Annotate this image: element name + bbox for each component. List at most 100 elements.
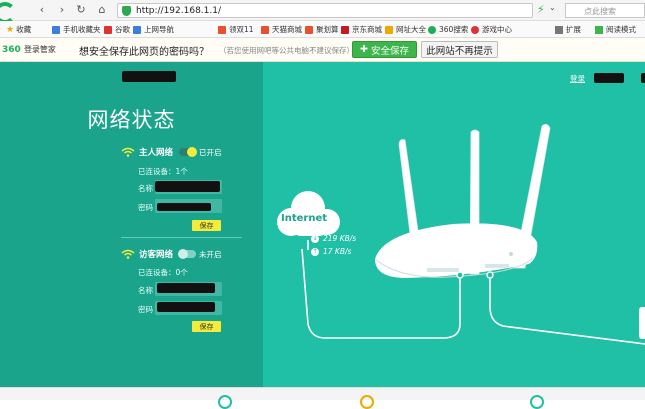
password-question: 想安全保存此网页的密码吗？ — [79, 47, 209, 58]
search-input[interactable]: 点此搜索 — [565, 3, 645, 18]
forward-button[interactable]: › — [54, 3, 70, 17]
download-speed-value: 219 KB/s — [323, 234, 357, 243]
reading-mode-button[interactable]: 阅读模式 — [595, 24, 636, 35]
main-save-button[interactable]: 保存 — [192, 220, 221, 231]
favorite-label: 360搜索 — [439, 25, 469, 34]
favorite-item[interactable]: 网址大全 — [385, 24, 426, 35]
favorite-label: 谷歌 — [115, 25, 130, 34]
main-network-toggle[interactable] — [179, 147, 198, 157]
tmall-icon — [261, 25, 269, 34]
safe-save-button[interactable]: ✚ 安全保存 — [352, 41, 417, 58]
taobao-icon — [218, 25, 226, 34]
redacted-password — [157, 302, 215, 312]
google-icon — [104, 25, 112, 34]
address-url: http://192.168.1.1/ — [136, 5, 221, 16]
favorite-label: 聚划算 — [316, 25, 339, 34]
jd-icon — [341, 25, 349, 34]
favorite-item[interactable]: 上网导航 — [133, 24, 174, 35]
favorite-item[interactable]: 360搜索 — [428, 24, 468, 35]
book-icon — [595, 25, 603, 34]
brand-360: 360 — [2, 45, 21, 55]
reading-mode-label: 阅读模式 — [606, 25, 636, 34]
lan-port-icon — [486, 271, 494, 279]
wan-port-icon — [456, 271, 464, 279]
guest-network-title: 访客网络 — [139, 250, 174, 260]
grid-icon — [555, 25, 563, 34]
back-button[interactable]: ‹ — [34, 3, 50, 17]
wifi-icon — [121, 249, 135, 259]
favorites-bar: ★ 收藏 手机收藏夹 谷歌 上网导航 领双11 天猫商城 聚划算 京东商城 网址… — [0, 21, 645, 38]
favorite-item[interactable]: 京东商城 — [341, 24, 382, 35]
dropdown-arrow-icon[interactable]: ⌄ — [549, 3, 556, 12]
login-manager-brand: 360 登录管家 — [2, 44, 56, 55]
redacted-name — [157, 283, 215, 293]
favorite-label: 京东商城 — [352, 25, 382, 34]
star-icon: ★ — [6, 24, 15, 35]
juhuasuan-icon — [305, 25, 313, 34]
favorite-label: 领双11 — [229, 25, 254, 34]
router-page: 网络状态 主人网络 已开启 已连设备：1个 名称 密码 保存 访客网络 未开启 … — [0, 62, 645, 409]
bottom-nav-strip — [0, 387, 645, 400]
toggle-knob — [187, 147, 198, 157]
network-diagram — [277, 124, 645, 345]
nav-circle-icon[interactable] — [218, 395, 232, 409]
refresh-button[interactable]: ↻ — [73, 3, 89, 17]
password-hint: （若您使用网吧等公共电脑不建议保存） — [219, 46, 354, 55]
page-title: 网络状态 — [87, 108, 176, 132]
guest-name-label: 名称 — [138, 286, 153, 295]
favorite-label: 上网导航 — [144, 25, 174, 34]
guest-network-state: 未开启 — [199, 249, 222, 259]
download-arrow-icon: ↓ — [311, 234, 319, 243]
redacted-password — [157, 203, 211, 211]
favorite-label: 天猫商城 — [272, 25, 302, 34]
router-icon — [374, 223, 538, 278]
guest-network-header: 访客网络 未开启 — [121, 248, 222, 260]
lightning-icon[interactable]: ⚡ — [537, 3, 545, 16]
guest-network-toggle[interactable] — [178, 249, 197, 259]
safe-save-label: 安全保存 — [370, 45, 409, 57]
wifi-icon — [121, 147, 135, 157]
login-link[interactable]: 登录 — [570, 73, 585, 84]
favorite-label: 收藏 — [16, 25, 32, 34]
guest-connected-count: 已连设备：0个 — [138, 268, 188, 277]
redacted-username — [641, 73, 645, 83]
favorite-label: 网址大全 — [396, 25, 426, 34]
so360-icon — [428, 25, 436, 34]
redacted-brand — [122, 71, 176, 82]
hao360-icon — [385, 25, 393, 34]
favorite-item[interactable]: 手机收藏夹 — [52, 24, 101, 35]
network-status-panel: 网络状态 主人网络 已开启 已连设备：1个 名称 密码 保存 访客网络 未开启 … — [0, 62, 263, 387]
main-network-state: 已开启 — [199, 147, 222, 157]
favorite-label: 游戏中心 — [482, 25, 512, 34]
section-divider — [121, 237, 242, 238]
password-save-bar: 360 登录管家 想安全保存此网页的密码吗？ （若您使用网吧等公共电脑不建议保存… — [0, 38, 645, 62]
main-network-header: 主人网络 已开启 — [121, 146, 222, 158]
brand-sub: 登录管家 — [23, 45, 56, 54]
browser-toolbar: ‹ › ↻ ⌂ http://192.168.1.1/ ⚡ ⌄ 点此搜索 — [0, 0, 645, 24]
toggle-knob — [178, 249, 189, 259]
redacted-name — [155, 181, 220, 192]
favorite-item[interactable]: 领双11 — [218, 24, 254, 35]
favorite-label: 手机收藏夹 — [63, 25, 101, 34]
guest-save-button[interactable]: 保存 — [192, 321, 221, 332]
extensions-button[interactable]: 扩展 — [555, 24, 581, 35]
home-button[interactable]: ⌂ — [94, 3, 110, 17]
nav-circle-icon[interactable] — [530, 395, 544, 409]
upload-speed: ↑ 17 KB/s — [311, 247, 351, 256]
upload-arrow-icon: ↑ — [311, 247, 319, 256]
favorite-item[interactable]: 谷歌 — [104, 24, 130, 35]
guest-password-label: 密码 — [138, 305, 153, 314]
phone-icon — [52, 25, 60, 34]
address-bar[interactable]: http://192.168.1.1/ — [117, 3, 533, 18]
never-prompt-button[interactable]: 此网站不再提示 — [421, 41, 498, 58]
upload-speed-value: 17 KB/s — [323, 247, 352, 256]
internet-label: Internet — [281, 213, 328, 224]
main-password-label: 密码 — [138, 203, 153, 212]
game-center-icon — [471, 25, 479, 34]
main-network-title: 主人网络 — [139, 148, 174, 158]
nav-circle-icon[interactable] — [360, 395, 374, 409]
favorite-item[interactable]: 天猫商城 — [261, 24, 302, 35]
favorite-item[interactable]: ★ 收藏 — [6, 24, 31, 35]
favorite-item[interactable]: 聚划算 — [305, 24, 339, 35]
favorite-item[interactable]: 游戏中心 — [471, 24, 512, 35]
